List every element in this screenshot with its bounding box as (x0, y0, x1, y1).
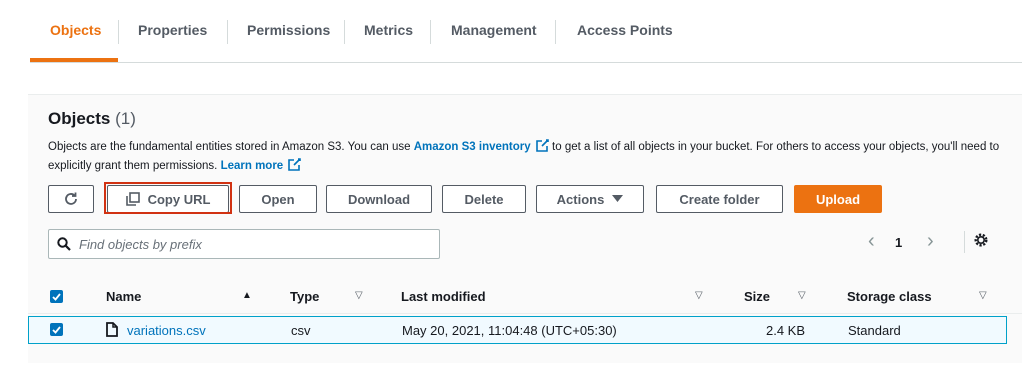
next-page-icon[interactable]: › (927, 230, 934, 253)
object-type: csv (291, 323, 311, 338)
checkmark-icon (52, 325, 61, 334)
sort-icon[interactable]: ▽ (355, 290, 363, 301)
tab-divider (430, 20, 431, 44)
actions-label: Actions (556, 191, 605, 207)
tab-objects[interactable]: Objects (50, 22, 101, 38)
file-icon (106, 322, 118, 337)
tab-access-points[interactable]: Access Points (577, 22, 673, 38)
tab-properties[interactable]: Properties (138, 22, 207, 38)
tab-divider (118, 20, 119, 44)
actions-dropdown[interactable]: Actions (536, 185, 644, 213)
external-link-icon (288, 158, 302, 171)
row-checkbox[interactable] (50, 323, 63, 336)
search-input[interactable]: Find objects by prefix (48, 229, 440, 259)
tab-divider (227, 20, 228, 44)
sort-icon[interactable]: ▽ (979, 290, 987, 301)
refresh-icon (65, 192, 77, 205)
objects-count: (1) (115, 109, 136, 128)
objects-description: Objects are the fundamental entities sto… (48, 138, 1008, 176)
sort-icon[interactable]: ▽ (798, 290, 806, 301)
checkmark-icon (52, 292, 61, 301)
learn-more-link[interactable]: Learn more (221, 160, 284, 172)
column-type[interactable]: Type (290, 289, 319, 304)
object-name-link[interactable]: variations.csv (127, 323, 206, 338)
objects-panel: Objects (1) Objects are the fundamental … (28, 94, 1022, 363)
tab-permissions[interactable]: Permissions (247, 22, 330, 38)
current-page[interactable]: 1 (895, 235, 902, 250)
upload-button[interactable]: Upload (794, 185, 882, 213)
object-storage-class: Standard (848, 323, 901, 338)
tab-divider (344, 20, 345, 44)
description-text: Objects are the fundamental entities sto… (48, 141, 414, 153)
delete-button[interactable]: Delete (442, 185, 526, 213)
tab-bar: Objects Properties Permissions Metrics M… (30, 0, 1022, 63)
column-storage-class[interactable]: Storage class (847, 289, 932, 304)
select-all-checkbox[interactable] (50, 290, 63, 303)
caret-down-icon (612, 195, 624, 202)
copy-url-highlight (104, 182, 232, 214)
external-link-icon (536, 139, 549, 152)
s3-inventory-link[interactable]: Amazon S3 inventory (414, 141, 531, 153)
previous-page-icon[interactable]: ‹ (868, 230, 875, 253)
gear-icon[interactable] (973, 232, 989, 248)
column-last-modified[interactable]: Last modified (401, 289, 486, 304)
sort-icon[interactable]: ▽ (695, 290, 703, 301)
tab-metrics[interactable]: Metrics (364, 22, 413, 38)
object-last-modified: May 20, 2021, 11:04:48 (UTC+05:30) (402, 323, 617, 338)
table-header: Name ▲ Type ▽ Last modified ▽ Size ▽ Sto… (28, 285, 1022, 309)
pager-divider (964, 231, 965, 253)
download-button[interactable]: Download (326, 185, 432, 213)
refresh-button[interactable] (48, 185, 94, 213)
column-name[interactable]: Name (106, 289, 141, 304)
objects-heading: Objects (1) (48, 109, 136, 129)
create-folder-button[interactable]: Create folder (656, 185, 783, 213)
active-tab-indicator (30, 58, 118, 62)
object-size: 2.4 KB (766, 323, 806, 338)
sort-ascending-icon[interactable]: ▲ (242, 290, 252, 301)
search-placeholder: Find objects by prefix (79, 236, 202, 252)
open-button[interactable]: Open (239, 185, 317, 213)
search-icon (57, 237, 71, 251)
tab-divider (555, 20, 556, 44)
objects-title: Objects (48, 109, 111, 128)
header-divider (28, 313, 1022, 314)
table-row[interactable]: variations.csv csv May 20, 2021, 11:04:4… (28, 316, 1007, 344)
tab-management[interactable]: Management (451, 22, 537, 38)
column-size[interactable]: Size (744, 289, 770, 304)
